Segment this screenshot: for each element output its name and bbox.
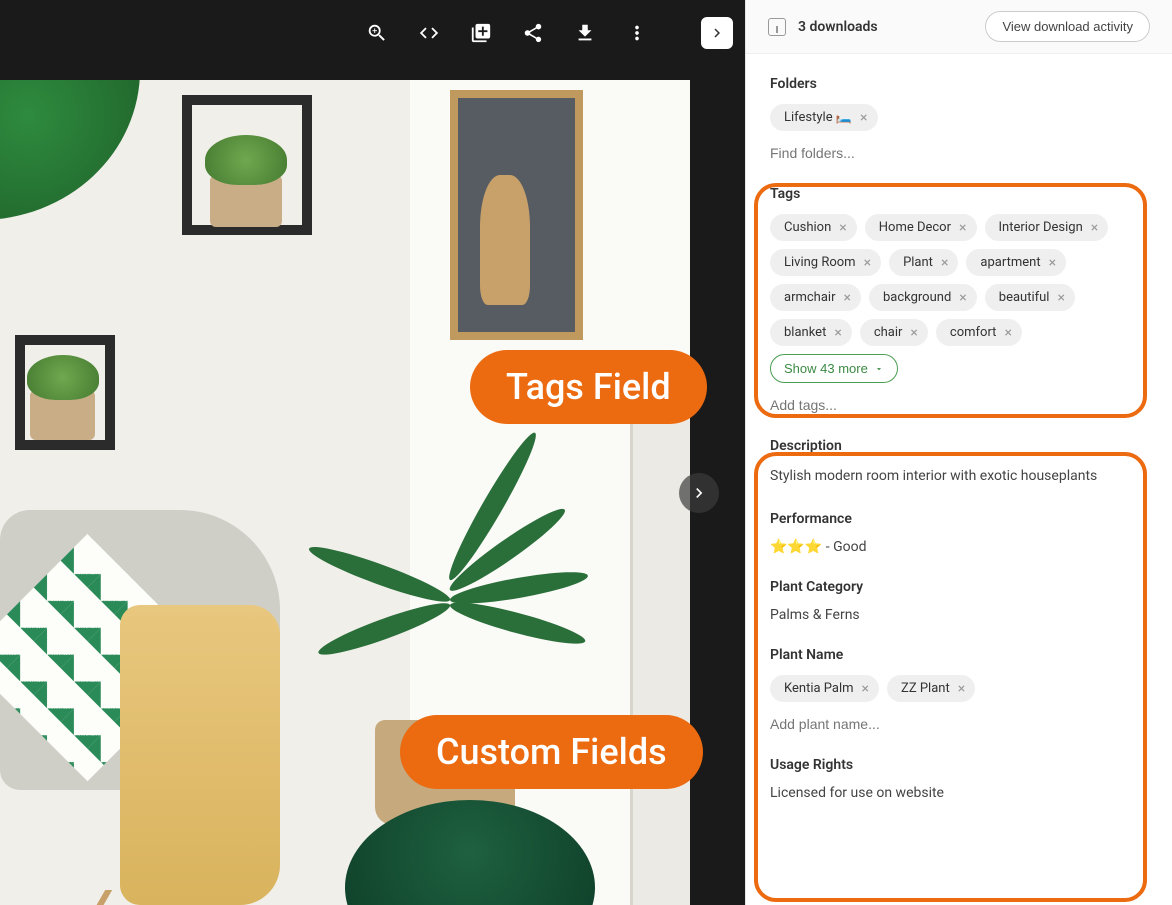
- downloads-row: 3 downloads View download activity: [746, 0, 1172, 54]
- performance-title: Performance: [770, 511, 1148, 527]
- tag-chip-label: blanket: [784, 325, 826, 340]
- tag-chip-label: armchair: [784, 290, 835, 305]
- collapse-panel-button[interactable]: [701, 17, 733, 49]
- tag-chip-label: background: [883, 290, 951, 305]
- tag-chip[interactable]: comfort ×: [936, 319, 1022, 346]
- tag-chip[interactable]: beautiful ×: [985, 284, 1075, 311]
- remove-icon[interactable]: ×: [843, 291, 850, 305]
- find-folders-input[interactable]: [770, 145, 1148, 161]
- details-panel: 3 downloads View download activity Folde…: [745, 0, 1172, 905]
- remove-icon[interactable]: ×: [1057, 291, 1064, 305]
- tag-chip[interactable]: armchair ×: [770, 284, 861, 311]
- tag-chip[interactable]: background ×: [869, 284, 977, 311]
- zoom-icon[interactable]: [365, 21, 389, 45]
- add-plant-name-input[interactable]: [770, 716, 1148, 732]
- next-image-button[interactable]: [679, 473, 719, 513]
- tag-chip[interactable]: Cushion ×: [770, 214, 857, 241]
- view-download-activity-button[interactable]: View download activity: [985, 11, 1150, 42]
- plant-name-chip-label: Kentia Palm: [784, 681, 854, 696]
- plant-category-value[interactable]: Palms & Ferns: [770, 607, 1148, 623]
- usage-rights-title: Usage Rights: [770, 757, 1148, 773]
- add-collection-icon[interactable]: [469, 21, 493, 45]
- plant-name-chip[interactable]: Kentia Palm ×: [770, 675, 879, 702]
- remove-icon[interactable]: ×: [959, 291, 966, 305]
- remove-icon[interactable]: ×: [1049, 256, 1056, 270]
- remove-icon[interactable]: ×: [910, 326, 917, 340]
- tag-chip[interactable]: Interior Design ×: [985, 214, 1109, 241]
- annotation-tags-field: Tags Field: [470, 350, 707, 424]
- tag-chip[interactable]: chair ×: [860, 319, 928, 346]
- plant-name-section: Plant Name Kentia Palm × ZZ Plant ×: [770, 647, 1148, 733]
- downloads-count: 3 downloads: [798, 19, 973, 35]
- remove-icon[interactable]: ×: [1004, 326, 1011, 340]
- tags-title: Tags: [770, 186, 1148, 202]
- folders-title: Folders: [770, 76, 1148, 92]
- code-icon[interactable]: [417, 21, 441, 45]
- usage-rights-value[interactable]: Licensed for use on website: [770, 785, 1148, 801]
- show-more-tags-button[interactable]: Show 43 more: [770, 354, 898, 383]
- description-section: Description Stylish modern room interior…: [770, 438, 1148, 487]
- more-icon[interactable]: [625, 21, 649, 45]
- downloads-stat-icon: [768, 18, 786, 36]
- annotation-custom-fields: Custom Fields: [400, 715, 703, 789]
- tag-chip-label: Living Room: [784, 255, 856, 270]
- viewer-toolbar: [0, 0, 745, 66]
- remove-icon[interactable]: ×: [839, 221, 846, 235]
- folders-chips: Lifestyle 🛏️ ×: [770, 104, 1148, 131]
- tag-chip[interactable]: apartment ×: [966, 249, 1066, 276]
- tag-chip[interactable]: blanket ×: [770, 319, 852, 346]
- tag-chip-label: Interior Design: [999, 220, 1083, 235]
- tag-chip-label: Cushion: [784, 220, 831, 235]
- performance-section: Performance ⭐⭐⭐ - Good: [770, 511, 1148, 555]
- download-icon[interactable]: [573, 21, 597, 45]
- tags-chips: Cushion×Home Decor×Interior Design×Livin…: [770, 214, 1148, 383]
- tag-chip-label: beautiful: [999, 290, 1050, 305]
- remove-icon[interactable]: ×: [1091, 221, 1098, 235]
- details-scroll-area[interactable]: Folders Lifestyle 🛏️ × Tags Cushion×Home…: [746, 54, 1172, 905]
- plant-name-chips: Kentia Palm × ZZ Plant ×: [770, 675, 1148, 702]
- usage-rights-section: Usage Rights Licensed for use on website: [770, 757, 1148, 801]
- remove-icon[interactable]: ×: [941, 256, 948, 270]
- tag-chip-label: comfort: [950, 325, 997, 340]
- asset-image-area: Tags Field Custom Fields: [0, 80, 745, 905]
- tag-chip[interactable]: Home Decor ×: [865, 214, 977, 241]
- plant-name-title: Plant Name: [770, 647, 1148, 663]
- plant-category-section: Plant Category Palms & Ferns: [770, 579, 1148, 623]
- folders-section: Folders Lifestyle 🛏️ ×: [770, 76, 1148, 162]
- tags-section: Tags Cushion × Home Decor × Interior Design ×…: [770, 186, 1148, 414]
- plant-name-chip[interactable]: ZZ Plant ×: [887, 675, 975, 702]
- plant-name-chip-label: ZZ Plant: [901, 681, 950, 696]
- tag-chip-label: Home Decor: [879, 220, 951, 235]
- remove-icon[interactable]: ×: [834, 326, 841, 340]
- tag-chip[interactable]: Living Room ×: [770, 249, 881, 276]
- description-text[interactable]: Stylish modern room interior with exotic…: [770, 466, 1148, 487]
- tag-chip-label: chair: [874, 325, 903, 340]
- remove-icon[interactable]: ×: [959, 221, 966, 235]
- remove-icon[interactable]: ×: [860, 111, 867, 125]
- folder-chip[interactable]: Lifestyle 🛏️ ×: [770, 104, 878, 131]
- share-icon[interactable]: [521, 21, 545, 45]
- remove-icon[interactable]: ×: [864, 256, 871, 270]
- folder-chip-label: Lifestyle 🛏️: [784, 110, 852, 125]
- plant-category-title: Plant Category: [770, 579, 1148, 595]
- image-viewer-panel: Tags Field Custom Fields: [0, 0, 745, 905]
- tag-chip[interactable]: Plant ×: [889, 249, 958, 276]
- add-tags-input[interactable]: [770, 397, 1148, 413]
- description-title: Description: [770, 438, 1148, 454]
- remove-icon[interactable]: ×: [862, 682, 869, 696]
- tag-chip-label: Plant: [903, 255, 933, 270]
- show-more-label: Show 43 more: [784, 361, 868, 376]
- performance-value[interactable]: ⭐⭐⭐ - Good: [770, 539, 1148, 555]
- remove-icon[interactable]: ×: [958, 682, 965, 696]
- tag-chip-label: apartment: [980, 255, 1040, 270]
